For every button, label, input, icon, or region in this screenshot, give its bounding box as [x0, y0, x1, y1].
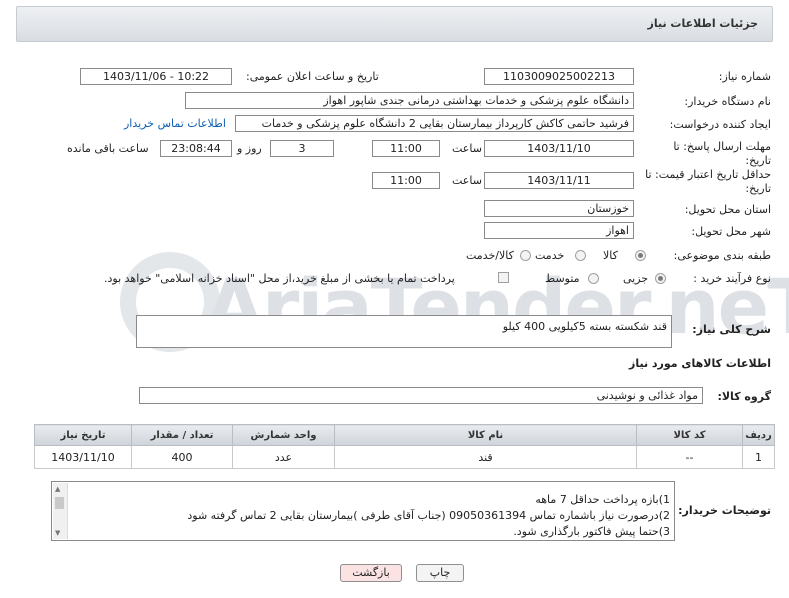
days-field: 3 — [270, 140, 334, 157]
col-quantity: تعداد / مقدار — [131, 424, 233, 446]
requester-field: فرشید حاتمی کاکش کارپرداز بیمارستان بقای… — [235, 115, 634, 132]
category-label: طبقه بندی موضوعی: — [673, 249, 771, 262]
col-item-name: نام کالا — [334, 424, 637, 446]
cell-need-date: 1403/11/10 — [34, 445, 132, 469]
buyer-notes-box: ▲ ▼ 1)بازه پرداخت حداقل 7 ماهه 2)درصورت … — [51, 481, 675, 541]
goods-info-title: اطلاعات کالاهای مورد نیاز — [629, 357, 771, 370]
note-line-2: 2)درصورت نیاز باشماره تماس 09050361394 (… — [187, 509, 670, 522]
header-bar: جزئیات اطلاعات نیاز — [16, 6, 773, 42]
category-radio-service[interactable] — [575, 250, 586, 261]
price-time-field: 11:00 — [372, 172, 440, 189]
table-row: 1 -- قند عدد 400 1403/11/10 — [34, 445, 775, 469]
cell-item-name: قند — [334, 445, 637, 469]
price-time-label: ساعت — [452, 174, 482, 187]
reply-time-label: ساعت — [452, 142, 482, 155]
col-need-date: تاریخ نیاز — [34, 424, 132, 446]
treasury-checkbox[interactable] — [498, 272, 509, 283]
table-header-row: ردیف کد کالا نام کالا واحد شمارش تعداد /… — [34, 424, 775, 446]
scroll-down-icon[interactable]: ▼ — [55, 529, 60, 537]
goods-table: ردیف کد کالا نام کالا واحد شمارش تعداد /… — [34, 424, 775, 469]
announce-field: 1403/11/06 - 10:22 — [80, 68, 232, 85]
buyer-org-field: دانشگاه علوم پزشکی و خدمات بهداشتی درمان… — [185, 92, 634, 109]
process-option-medium: متوسط — [545, 272, 580, 285]
process-radio-minor[interactable] — [655, 273, 666, 284]
process-radio-medium[interactable] — [588, 273, 599, 284]
buyer-org-label: نام دستگاه خریدار: — [684, 95, 771, 108]
back-button[interactable]: بازگشت — [340, 564, 402, 582]
note-line-1: 1)بازه پرداخت حداقل 7 ماهه — [535, 493, 670, 506]
need-number-field: 1103009025002213 — [484, 68, 634, 85]
reply-date-field: 1403/11/10 — [484, 140, 634, 157]
province-label: استان محل تحویل: — [684, 203, 771, 216]
col-item-code: کد کالا — [636, 424, 743, 446]
city-label: شهر محل تحویل: — [691, 225, 771, 238]
goods-group-field: مواد غذائی و نوشیدنی — [139, 387, 703, 404]
remaining-label: ساعت باقی مانده — [67, 142, 149, 155]
days-label: روز و — [237, 142, 262, 155]
cell-row-number: 1 — [742, 445, 775, 469]
price-validity-label: حداقل تاریخ اعتبار قیمت: تا تاریخ: — [645, 168, 771, 195]
process-option-minor: جزیی — [623, 272, 649, 285]
remaining-time-field: 23:08:44 — [160, 140, 232, 157]
cell-unit: عدد — [232, 445, 335, 469]
province-field: خوزستان — [484, 200, 634, 217]
process-label: نوع فرآیند خرید : — [693, 272, 771, 285]
summary-label: شرح کلی نیاز: — [692, 323, 771, 336]
scroll-up-icon[interactable]: ▲ — [55, 485, 60, 493]
category-option-goods: کالا — [603, 249, 618, 262]
scroll-thumb[interactable] — [55, 497, 64, 509]
summary-text: قند شکسته بسته 5کیلویی 400 کیلو — [502, 320, 667, 333]
col-unit: واحد شمارش — [232, 424, 335, 446]
page-title: جزئیات اطلاعات نیاز — [647, 17, 759, 30]
summary-field: قند شکسته بسته 5کیلویی 400 کیلو — [136, 315, 672, 348]
reply-time-field: 11:00 — [372, 140, 440, 157]
requester-label: ایجاد کننده درخواست: — [669, 118, 771, 131]
need-number-label: شماره نیاز: — [718, 70, 771, 83]
payment-note: پرداخت تمام یا بخشی از مبلغ خرید،از محل … — [104, 272, 455, 285]
goods-group-label: گروه کالا: — [717, 390, 771, 403]
notes-scrollbar[interactable]: ▲ ▼ — [53, 483, 68, 539]
buyer-notes-label: توضیحات خریدار: — [678, 504, 771, 517]
cell-item-code: -- — [636, 445, 743, 469]
note-line-3: 3)حتما پیش فاکتور بارگذاری شود. — [513, 525, 670, 538]
category-option-service: خدمت — [535, 249, 565, 262]
buyer-contact-link[interactable]: اطلاعات تماس خریدار — [124, 117, 226, 130]
category-radio-goods-service[interactable] — [520, 250, 531, 261]
col-row-number: ردیف — [742, 424, 775, 446]
print-button[interactable]: چاپ — [416, 564, 464, 582]
reply-deadline-label: مهلت ارسال پاسخ: تا تاریخ: — [673, 140, 771, 167]
city-field: اهواز — [484, 222, 634, 239]
category-option-goods-service: کالا/خدمت — [466, 249, 514, 262]
announce-label: تاریخ و ساعت اعلان عمومی: — [246, 70, 379, 83]
price-date-field: 1403/11/11 — [484, 172, 634, 189]
cell-quantity: 400 — [131, 445, 233, 469]
category-radio-goods[interactable] — [635, 250, 646, 261]
